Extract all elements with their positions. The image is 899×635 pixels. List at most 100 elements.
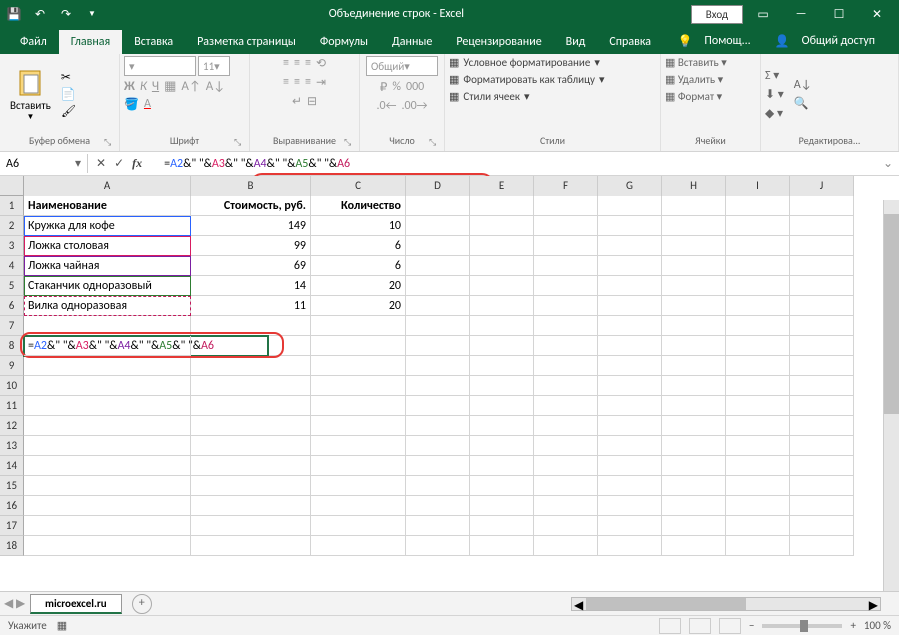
cell[interactable]: [790, 496, 854, 516]
increase-decimal-icon[interactable]: .00→: [401, 99, 427, 113]
cell[interactable]: [598, 496, 662, 516]
cell[interactable]: [598, 536, 662, 556]
page-break-view-icon[interactable]: [719, 618, 741, 634]
cell[interactable]: [470, 396, 534, 416]
scroll-left-icon[interactable]: ◀: [574, 598, 583, 613]
cell[interactable]: [470, 276, 534, 296]
italic-icon[interactable]: К: [140, 79, 147, 94]
cell[interactable]: [662, 436, 726, 456]
column-header[interactable]: F: [534, 176, 598, 196]
cell[interactable]: [406, 436, 470, 456]
cell[interactable]: [790, 216, 854, 236]
row-header[interactable]: 15: [0, 476, 24, 496]
cell[interactable]: [470, 256, 534, 276]
cell[interactable]: [726, 456, 790, 476]
cell[interactable]: [191, 496, 311, 516]
cell[interactable]: [598, 416, 662, 436]
cell[interactable]: [790, 376, 854, 396]
cell[interactable]: [534, 196, 598, 216]
cell[interactable]: 10: [311, 216, 406, 236]
column-header[interactable]: D: [406, 176, 470, 196]
cell[interactable]: Стоимость, руб.: [191, 196, 311, 216]
align-middle-icon[interactable]: ≡: [294, 56, 300, 71]
fill-color-icon[interactable]: 🪣: [124, 97, 139, 112]
cell[interactable]: Кружка для кофе: [24, 216, 191, 236]
enter-icon[interactable]: ✓: [114, 156, 124, 171]
cell[interactable]: [726, 256, 790, 276]
qat-dropdown-icon[interactable]: ▼: [82, 4, 102, 24]
zoom-value[interactable]: 100 %: [864, 619, 891, 632]
cell[interactable]: [406, 256, 470, 276]
cell[interactable]: Вилка одноразовая: [24, 296, 191, 316]
cell[interactable]: [790, 396, 854, 416]
cell[interactable]: [406, 316, 470, 336]
cell[interactable]: [406, 476, 470, 496]
dialog-launcher-icon[interactable]: ⤡: [234, 137, 246, 149]
cell[interactable]: [726, 196, 790, 216]
grid-cells[interactable]: НаименованиеСтоимость, руб.КоличествоКру…: [24, 196, 854, 556]
indent-icon[interactable]: ⇥: [316, 75, 326, 90]
cell[interactable]: [726, 436, 790, 456]
save-icon[interactable]: 💾: [4, 4, 24, 24]
cell[interactable]: [24, 476, 191, 496]
row-header[interactable]: 5: [0, 276, 24, 296]
cell[interactable]: [191, 376, 311, 396]
cell[interactable]: [598, 356, 662, 376]
decrease-decimal-icon[interactable]: .0←: [376, 99, 396, 113]
cell[interactable]: [406, 216, 470, 236]
tab-insert[interactable]: Вставка: [122, 30, 185, 54]
cell[interactable]: [598, 376, 662, 396]
tab-file[interactable]: Файл: [8, 30, 59, 54]
cell[interactable]: [311, 376, 406, 396]
cell[interactable]: [24, 456, 191, 476]
autosum-icon[interactable]: Σ ▾: [765, 68, 784, 83]
cell[interactable]: [662, 256, 726, 276]
bold-icon[interactable]: Ж: [124, 79, 135, 94]
cell[interactable]: [726, 516, 790, 536]
cell[interactable]: [24, 316, 191, 336]
align-bottom-icon[interactable]: ≡: [305, 56, 311, 71]
tab-review[interactable]: Рецензирование: [444, 30, 553, 54]
cell[interactable]: [470, 336, 534, 356]
insert-cells-button[interactable]: ▦ Вставить ▾: [665, 56, 727, 69]
cell[interactable]: [311, 356, 406, 376]
cell[interactable]: [406, 376, 470, 396]
cell[interactable]: [598, 436, 662, 456]
cell[interactable]: [598, 516, 662, 536]
cell-styles-button[interactable]: ▦ Стили ячеек ▾: [449, 90, 529, 103]
cell[interactable]: [726, 296, 790, 316]
fx-icon[interactable]: fx: [132, 156, 148, 171]
row-header[interactable]: 9: [0, 356, 24, 376]
cell[interactable]: 6: [311, 256, 406, 276]
cell[interactable]: [790, 436, 854, 456]
fill-icon[interactable]: ⬇ ▾: [765, 87, 784, 102]
row-header[interactable]: 16: [0, 496, 24, 516]
cell[interactable]: [598, 256, 662, 276]
tab-help[interactable]: Справка: [597, 30, 663, 54]
cell[interactable]: [470, 416, 534, 436]
cell[interactable]: 99: [191, 236, 311, 256]
cell[interactable]: [662, 276, 726, 296]
cell[interactable]: [534, 376, 598, 396]
cell[interactable]: [598, 236, 662, 256]
column-header[interactable]: J: [790, 176, 854, 196]
row-header[interactable]: 11: [0, 396, 24, 416]
cell[interactable]: [406, 516, 470, 536]
orientation-icon[interactable]: ⟲: [316, 56, 326, 71]
cell[interactable]: =A2&" "&A3&" "&A4&" "&A5&" "&A6: [24, 336, 191, 356]
tab-data[interactable]: Данные: [380, 30, 444, 54]
cell[interactable]: 11: [191, 296, 311, 316]
cell[interactable]: [726, 336, 790, 356]
font-size-combo[interactable]: 11▾: [198, 56, 230, 76]
delete-cells-button[interactable]: ▦ Удалить ▾: [665, 73, 723, 86]
cell[interactable]: [726, 356, 790, 376]
cell[interactable]: 14: [191, 276, 311, 296]
merge-icon[interactable]: ⊟: [307, 94, 317, 109]
cell[interactable]: [598, 336, 662, 356]
cell[interactable]: [470, 296, 534, 316]
maximize-icon[interactable]: ☐: [821, 0, 857, 28]
align-center-icon[interactable]: ≡: [294, 75, 300, 90]
row-header[interactable]: 8: [0, 336, 24, 356]
scroll-right-icon[interactable]: ▶: [869, 598, 878, 613]
zoom-in-icon[interactable]: +: [850, 619, 855, 632]
